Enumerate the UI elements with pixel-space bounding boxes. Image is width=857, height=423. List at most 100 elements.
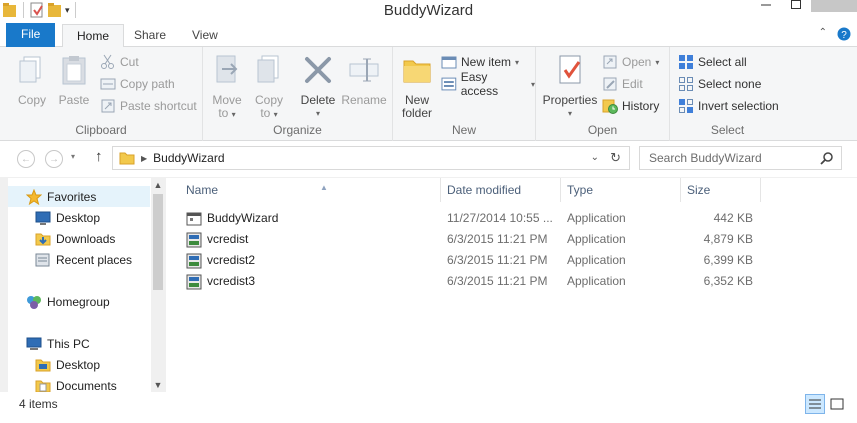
edit-button[interactable]: Edit (602, 75, 643, 93)
nav-item-desktop[interactable]: Desktop (8, 207, 100, 228)
group-open: Properties ▾ Open ▾ Edit History Open (536, 47, 670, 141)
window-controls (751, 0, 857, 12)
group-label-clipboard: Clipboard (75, 123, 127, 137)
select-none-button[interactable]: Select none (678, 75, 761, 93)
easy-access-button[interactable]: Easy access ▾ (441, 70, 535, 98)
desktop-icon (35, 211, 51, 225)
file-row[interactable]: BuddyWizard 11/27/2014 10:55 ... Applica… (180, 208, 760, 229)
history-button[interactable]: History (602, 97, 659, 115)
file-row[interactable]: vcredist2 6/3/2015 11:21 PM Application … (180, 250, 760, 271)
up-arrow-icon[interactable]: ↑ (95, 148, 103, 165)
column-header-size[interactable]: Size (681, 178, 761, 202)
minimize-ribbon-icon[interactable]: ⌃ (819, 27, 827, 41)
downloads-icon (35, 233, 51, 245)
back-button[interactable]: ← (17, 150, 35, 168)
new-item-icon (441, 56, 457, 69)
minimize-icon (761, 4, 771, 6)
tab-home[interactable]: Home (62, 24, 125, 48)
paste-icon (62, 56, 86, 85)
search-input[interactable]: Search BuddyWizard (639, 146, 842, 170)
new-item-button[interactable]: New item ▾ (441, 53, 519, 71)
tab-file[interactable]: File (6, 23, 56, 47)
large-icons-view-button[interactable] (827, 394, 847, 414)
file-name: BuddyWizard (207, 211, 279, 225)
dropdown-caret-icon: ▾ (567, 109, 572, 118)
properties-button[interactable]: Properties ▾ (542, 53, 598, 120)
group-clipboard: Copy Paste Cut Copy path Paste shortcut … (0, 47, 203, 141)
scrollbar-thumb[interactable] (153, 194, 163, 290)
file-list: Name ▲ Date modified Type Size BuddyWiza… (166, 178, 857, 392)
dropdown-caret-icon: ▾ (315, 109, 320, 118)
file-row[interactable]: vcredist 6/3/2015 11:21 PM Application 4… (180, 229, 760, 250)
file-row[interactable]: vcredist3 6/3/2015 11:21 PM Application … (180, 271, 760, 292)
paste-shortcut-icon (101, 99, 115, 113)
scroll-up-icon[interactable]: ▲ (151, 178, 165, 192)
invert-selection-icon (679, 99, 693, 113)
move-to-button[interactable]: Move to ▾ (209, 53, 245, 121)
cut-button[interactable]: Cut (100, 53, 139, 71)
nav-item-favorites[interactable]: Favorites (8, 186, 150, 207)
minimize-button[interactable] (751, 0, 781, 12)
copy-to-button[interactable]: Copy to ▾ (251, 53, 287, 121)
copy-icon (19, 56, 41, 83)
select-all-button[interactable]: Select all (678, 53, 747, 71)
forward-button[interactable]: → (45, 150, 63, 168)
group-label-select: Select (710, 123, 745, 137)
breadcrumb-item[interactable]: BuddyWizard (153, 151, 224, 165)
nav-item-homegroup[interactable]: Homegroup (8, 291, 110, 312)
search-icon[interactable] (820, 151, 834, 165)
file-date: 11/27/2014 10:55 ... (447, 211, 553, 225)
application-icon (186, 212, 202, 225)
dropdown-caret-icon: ▾ (231, 110, 236, 119)
file-type: Application (567, 274, 626, 288)
nav-item-pc-desktop[interactable]: Desktop (8, 354, 100, 375)
new-folder-button[interactable]: New folder (399, 53, 435, 120)
nav-item-recent-places[interactable]: Recent places (8, 249, 132, 270)
tab-share[interactable]: Share (120, 24, 180, 48)
ribbon: Copy Paste Cut Copy path Paste shortcut … (0, 47, 857, 141)
file-date: 6/3/2015 11:21 PM (447, 232, 548, 246)
dropdown-caret-icon: ▾ (530, 79, 535, 89)
address-bar[interactable]: ▶ BuddyWizard ⌄ ↻ (112, 146, 630, 170)
group-label-organize: Organize (273, 123, 322, 137)
column-header-date[interactable]: Date modified (441, 178, 561, 202)
breadcrumb-separator-icon[interactable]: ▶ (141, 154, 147, 163)
open-button[interactable]: Open ▾ (602, 53, 659, 71)
details-view-icon (809, 399, 821, 409)
nav-item-downloads[interactable]: Downloads (8, 228, 115, 249)
maximize-button[interactable] (781, 0, 811, 12)
rename-icon (349, 58, 379, 82)
refresh-icon[interactable]: ↻ (610, 150, 621, 166)
delete-button[interactable]: Delete ▾ (299, 53, 337, 120)
recent-locations-icon[interactable]: ▾ (71, 152, 75, 161)
nav-item-this-pc[interactable]: This PC (8, 333, 90, 354)
column-header-name[interactable]: Name ▲ (180, 178, 441, 202)
installer-icon (186, 253, 202, 268)
paste-shortcut-button[interactable]: Paste shortcut (100, 97, 197, 115)
tab-view[interactable]: View (178, 24, 232, 48)
invert-selection-button[interactable]: Invert selection (678, 97, 779, 115)
paste-button[interactable]: Paste (56, 53, 92, 107)
group-organize: Move to ▾ Copy to ▾ Delete ▾ Rename Orga… (203, 47, 393, 141)
nav-scrollbar[interactable]: ▲ ▼ (151, 178, 165, 392)
window-title: BuddyWizard (383, 2, 474, 19)
dropdown-caret-icon: ▾ (515, 57, 520, 67)
title-bar: ▾ BuddyWizard (0, 0, 857, 22)
group-label-open: Open (587, 123, 618, 137)
column-header-type[interactable]: Type (561, 178, 681, 202)
view-switcher (805, 394, 847, 414)
rename-button[interactable]: Rename (341, 53, 387, 107)
copy-path-icon (100, 78, 116, 90)
address-row: ← → ▾ ↑ ▶ BuddyWizard ⌄ ↻ Search BuddyWi… (0, 141, 857, 177)
desktop-folder-icon (35, 359, 51, 371)
copy-button[interactable]: Copy (14, 53, 50, 107)
help-icon[interactable]: ? (837, 27, 851, 41)
ribbon-tabs: File Home Share View ⌃ ? (0, 22, 857, 48)
file-name: vcredist2 (207, 253, 256, 267)
copy-path-button[interactable]: Copy path (100, 75, 175, 93)
close-button[interactable] (811, 0, 857, 12)
address-dropdown-icon[interactable]: ⌄ (591, 152, 599, 163)
details-view-button[interactable] (805, 394, 825, 414)
scroll-down-icon[interactable]: ▼ (151, 378, 165, 392)
file-size: 6,352 KB (703, 274, 753, 288)
